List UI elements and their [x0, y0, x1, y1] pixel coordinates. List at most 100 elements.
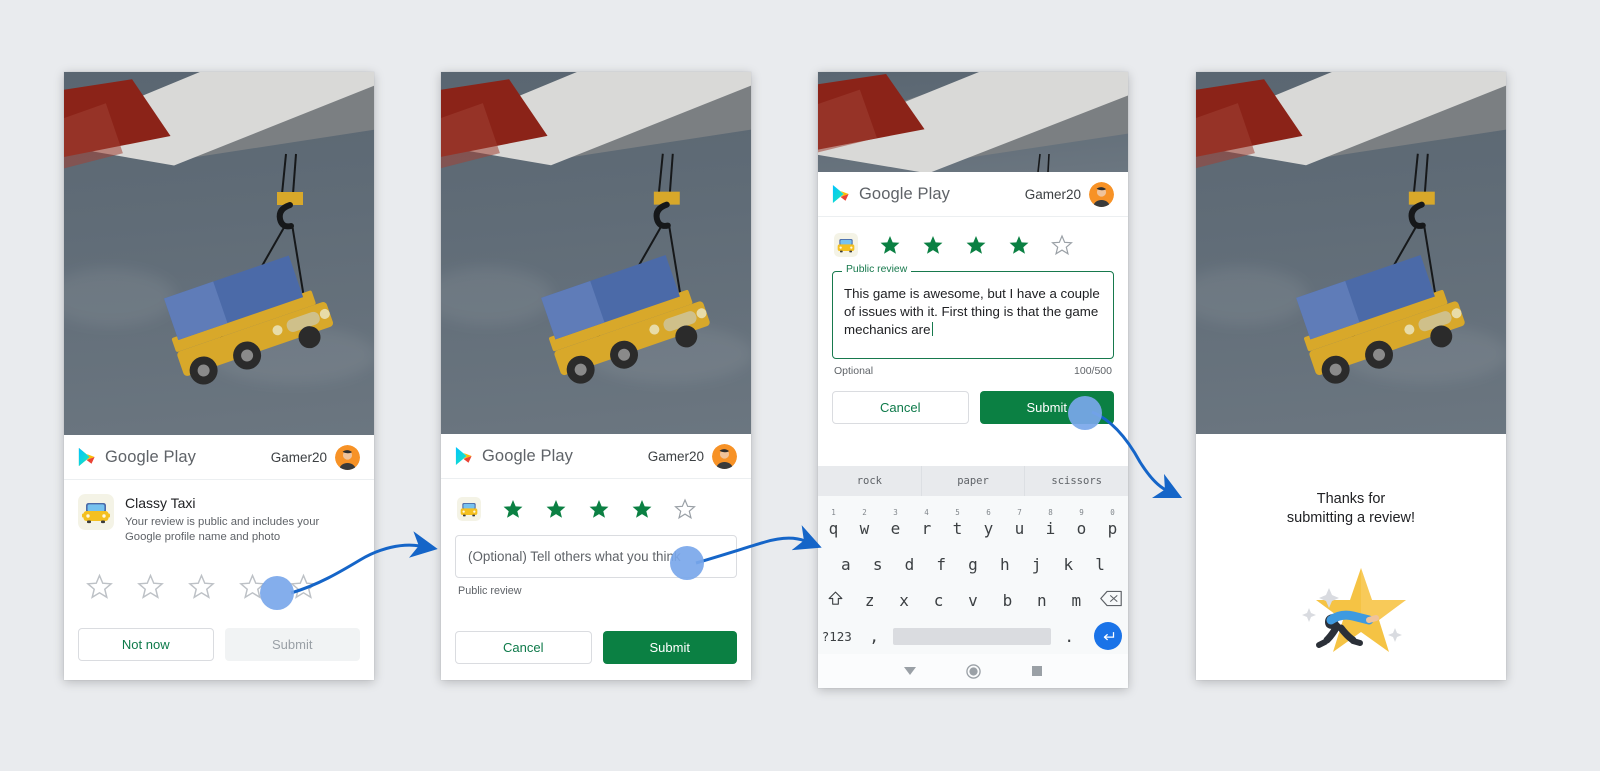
- shift-icon: [828, 591, 843, 605]
- account-name: Gamer20: [270, 449, 327, 465]
- crane-truck-illustration: [1296, 153, 1465, 384]
- review-field[interactable]: This game is awesome, but I have a coupl…: [832, 264, 1114, 359]
- key-num-6: 6: [986, 507, 991, 517]
- key-comma[interactable]: ,: [856, 627, 894, 646]
- key-j[interactable]: j: [1021, 555, 1053, 574]
- star-icon-1[interactable]: [879, 234, 901, 256]
- cancel-button[interactable]: Cancel: [455, 631, 592, 664]
- key-label: t: [952, 518, 963, 538]
- key-m[interactable]: m: [1059, 591, 1093, 610]
- key-num-0: 0: [1110, 507, 1115, 517]
- key-k[interactable]: k: [1052, 555, 1084, 574]
- star-icon-1[interactable]: [502, 498, 524, 520]
- key-label: i: [1045, 518, 1056, 538]
- key-p[interactable]: 0p: [1097, 508, 1128, 538]
- key-y[interactable]: 6y: [973, 508, 1004, 538]
- avatar[interactable]: [712, 443, 737, 469]
- key-d[interactable]: d: [894, 555, 926, 574]
- classy-taxi-app-icon: [834, 233, 858, 257]
- star-icon-4[interactable]: [631, 498, 653, 520]
- star-rating[interactable]: [78, 551, 360, 606]
- key-num-5: 5: [955, 507, 960, 517]
- key-r[interactable]: 4r: [911, 508, 942, 538]
- account-chip[interactable]: Gamer20: [647, 443, 737, 469]
- account-chip[interactable]: Gamer20: [270, 444, 360, 470]
- google-play-icon: [78, 448, 95, 466]
- backspace-icon: [1099, 590, 1122, 606]
- star-rating[interactable]: [832, 217, 1114, 267]
- home-circle-icon[interactable]: [966, 663, 982, 679]
- key-z[interactable]: z: [852, 591, 886, 610]
- star-icon-3[interactable]: [588, 498, 610, 520]
- key-symbols[interactable]: ?123: [818, 629, 856, 644]
- app-bar: Google Play Gamer20: [64, 435, 374, 480]
- app-subtitle: Your review is public and includes your …: [125, 516, 320, 544]
- account-name: Gamer20: [647, 448, 704, 464]
- key-label: w: [859, 518, 870, 538]
- key-l[interactable]: l: [1084, 555, 1116, 574]
- key-g[interactable]: g: [957, 555, 989, 574]
- key-num-8: 8: [1048, 507, 1053, 517]
- key-v[interactable]: v: [956, 591, 990, 610]
- keyboard-row-1: 1q 2w 3e 4r 5t 6y 7u 8i 9o 0p: [818, 508, 1128, 546]
- suggestion-bar: rock paper scissors: [818, 466, 1128, 496]
- account-chip[interactable]: Gamer20: [1025, 181, 1114, 207]
- key-w[interactable]: 2w: [849, 508, 880, 538]
- cancel-button[interactable]: Cancel: [832, 391, 969, 424]
- brand: Google Play: [832, 184, 950, 204]
- key-h[interactable]: h: [989, 555, 1021, 574]
- suggestion-scissors[interactable]: scissors: [1024, 466, 1128, 496]
- key-i[interactable]: 8i: [1035, 508, 1066, 538]
- suggestion-paper[interactable]: paper: [920, 466, 1025, 496]
- star-icon-2[interactable]: [137, 573, 164, 600]
- key-shift[interactable]: [818, 590, 852, 611]
- key-space[interactable]: [893, 627, 1051, 645]
- key-a[interactable]: a: [830, 555, 862, 574]
- review-field-meta: Optional 100/500: [834, 365, 1112, 377]
- enter-icon: [1103, 631, 1114, 640]
- review-field-box[interactable]: This game is awesome, but I have a coupl…: [832, 271, 1114, 359]
- submit-button[interactable]: Submit: [224, 628, 360, 662]
- key-f[interactable]: f: [925, 555, 957, 574]
- brand-label: Google Play: [482, 446, 573, 465]
- key-t[interactable]: 5t: [942, 508, 973, 538]
- key-u[interactable]: 7u: [1004, 508, 1035, 538]
- star-icon-4[interactable]: [1008, 234, 1030, 256]
- avatar[interactable]: [335, 444, 360, 470]
- star-icon-2[interactable]: [922, 234, 944, 256]
- back-triangle-icon[interactable]: [903, 664, 917, 678]
- classy-taxi-app-icon: [457, 497, 481, 521]
- star-with-person-illustration: [1302, 568, 1406, 653]
- star-icon-1[interactable]: [86, 573, 113, 600]
- key-period[interactable]: .: [1051, 627, 1089, 646]
- key-enter[interactable]: [1088, 622, 1128, 650]
- star-icon-3[interactable]: [965, 234, 987, 256]
- star-icon-2[interactable]: [545, 498, 567, 520]
- star-icon-5[interactable]: [1051, 234, 1073, 256]
- key-backspace[interactable]: [1094, 590, 1128, 611]
- key-x[interactable]: x: [887, 591, 921, 610]
- key-label: u: [1014, 518, 1025, 538]
- google-play-icon: [455, 447, 472, 465]
- key-s[interactable]: s: [862, 555, 894, 574]
- submit-button[interactable]: Submit: [602, 631, 737, 664]
- key-o[interactable]: 9o: [1066, 508, 1097, 538]
- key-n[interactable]: n: [1025, 591, 1059, 610]
- enter-key-circle[interactable]: [1094, 622, 1122, 650]
- review-input-placeholder: (Optional) Tell others what you think: [468, 549, 681, 564]
- star-icon-5[interactable]: [674, 498, 696, 520]
- key-num-4: 4: [924, 507, 929, 517]
- key-c[interactable]: c: [921, 591, 955, 610]
- star-rating[interactable]: [455, 479, 737, 533]
- panel-review-empty: Google Play Gamer20 (Optional) Tell othe…: [441, 72, 751, 680]
- star-icon-5[interactable]: [290, 573, 317, 600]
- suggestion-rock[interactable]: rock: [818, 466, 921, 496]
- not-now-button[interactable]: Not now: [78, 628, 214, 662]
- star-icon-3[interactable]: [188, 573, 215, 600]
- brand: Google Play: [455, 446, 573, 466]
- recents-square-icon[interactable]: [1031, 665, 1043, 677]
- avatar[interactable]: [1089, 181, 1114, 207]
- key-q[interactable]: 1q: [818, 508, 849, 538]
- key-b[interactable]: b: [990, 591, 1024, 610]
- key-e[interactable]: 3e: [880, 508, 911, 538]
